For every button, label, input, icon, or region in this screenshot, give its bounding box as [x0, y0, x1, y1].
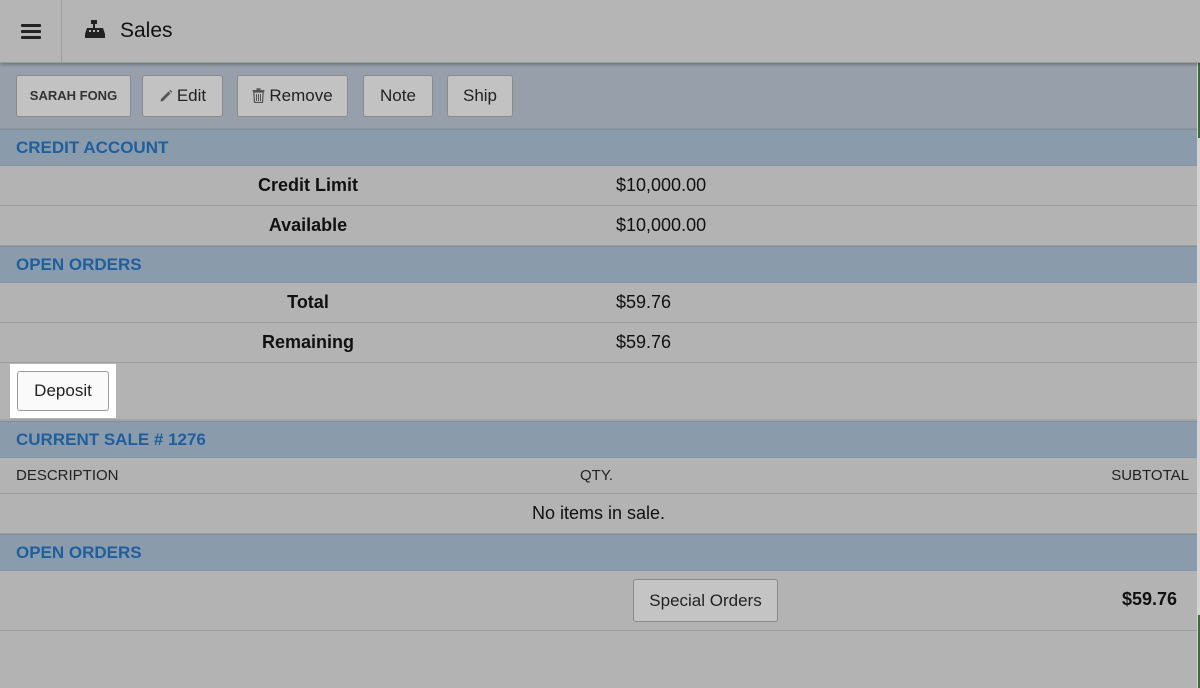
customer-name-button[interactable]: SARAH FONG: [16, 74, 131, 117]
column-description: DESCRIPTION: [16, 467, 119, 484]
page-title: Sales: [120, 19, 173, 42]
special-orders-button[interactable]: Special Orders: [633, 579, 778, 622]
remove-button-label: Remove: [269, 85, 333, 105]
ship-button[interactable]: Ship: [447, 74, 513, 117]
pencil-icon: [160, 89, 173, 101]
open-orders-total: $59.76: [1121, 589, 1177, 609]
open-orders-header: OPEN ORDERS: [0, 534, 1197, 571]
credit-limit-value: $10,000.00: [616, 175, 707, 195]
remove-button[interactable]: Remove: [237, 74, 348, 117]
credit-limit-row: Credit Limit $10,000.00: [0, 166, 1197, 206]
deposit-row: Deposit: [0, 363, 1197, 421]
orders-remaining-row: Remaining $59.76: [0, 323, 1197, 363]
trash-icon: [252, 88, 265, 103]
main-content: SARAH FONG Edit Remove Note Ship CREDIT …: [0, 63, 1197, 688]
app-title: Sales: [84, 19, 173, 43]
credit-account-header: CREDIT ACCOUNT: [0, 129, 1197, 166]
sale-table-header: DESCRIPTION QTY. SUBTOTAL: [0, 458, 1197, 494]
available-value: $10,000.00: [616, 215, 707, 235]
orders-total-value: $59.76: [616, 292, 672, 312]
edit-button[interactable]: Edit: [142, 74, 223, 117]
column-subtotal: SUBTOTAL: [1111, 467, 1189, 484]
orders-remaining-label: Remaining: [261, 332, 354, 352]
cash-register-icon: [85, 20, 105, 38]
customer-toolbar: SARAH FONG Edit Remove Note Ship: [0, 63, 1197, 129]
note-button[interactable]: Note: [363, 74, 433, 117]
deposit-button[interactable]: Deposit: [17, 371, 109, 411]
orders-total-row: Total $59.76: [0, 283, 1197, 323]
open-orders-summary-header: OPEN ORDERS: [0, 246, 1197, 283]
available-label: Available: [268, 215, 348, 235]
deposit-highlight: Deposit: [10, 364, 116, 418]
open-orders-row: Special Orders $59.76: [0, 571, 1197, 631]
menu-button[interactable]: [0, 0, 62, 63]
available-row: Available $10,000.00: [0, 206, 1197, 246]
credit-limit-label: Credit Limit: [257, 175, 358, 195]
orders-remaining-value: $59.76: [616, 332, 672, 352]
edit-button-label: Edit: [176, 85, 207, 105]
current-sale-header: CURRENT SALE # 1276: [0, 421, 1197, 458]
empty-sale-message: No items in sale.: [0, 494, 1197, 534]
hamburger-icon: [20, 23, 41, 39]
top-bar: Sales: [0, 0, 1200, 63]
column-qty: QTY.: [580, 467, 614, 484]
orders-total-label: Total: [287, 292, 329, 312]
